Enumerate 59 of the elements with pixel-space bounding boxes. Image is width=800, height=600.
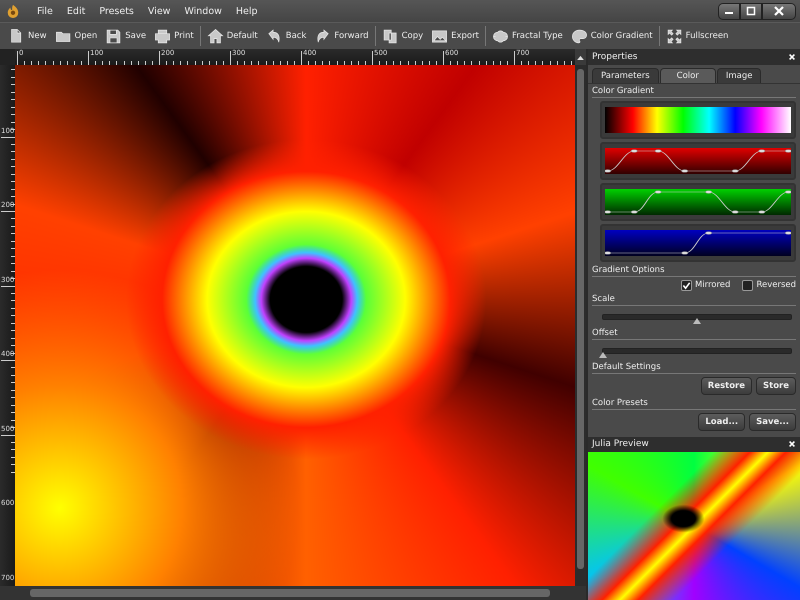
menu-item[interactable]: Edit: [60, 6, 92, 16]
panel-button[interactable]: Store: [756, 376, 796, 395]
section-heading: Offset: [592, 328, 796, 340]
close-icon: [774, 6, 784, 16]
section-heading: Scale: [592, 294, 796, 306]
menu-item[interactable]: File: [30, 6, 60, 16]
toolbar-button[interactable]: Default: [202, 24, 262, 48]
menu-item[interactable]: View: [140, 6, 178, 16]
printer-icon: [154, 28, 172, 44]
toolbar-button[interactable]: Export: [427, 24, 483, 48]
menu-item[interactable]: Window: [177, 6, 229, 16]
section-heading: Color Presets: [592, 398, 796, 410]
toolbar-button[interactable]: Fractal Type: [488, 24, 567, 48]
toolbar-button[interactable]: Back: [262, 24, 310, 48]
maximize-button[interactable]: [740, 2, 762, 20]
minimize-button[interactable]: [718, 2, 740, 20]
toolbar-button[interactable]: Print: [150, 24, 198, 48]
copy-icon: [382, 28, 399, 44]
toolbar-button[interactable]: Forward: [310, 24, 373, 48]
panel-button[interactable]: Load...: [698, 412, 746, 431]
expand-arrows-icon: [666, 28, 683, 44]
tab[interactable]: Parameters: [592, 68, 659, 83]
checkbox[interactable]: Mirrored: [680, 280, 730, 291]
close-icon[interactable]: [788, 52, 796, 61]
section-heading: Default Settings: [592, 362, 796, 374]
section-heading: Color Gradient: [592, 86, 796, 98]
check-icon: [682, 280, 691, 290]
toolbar-button[interactable]: Color Gradient: [566, 24, 657, 48]
house-icon: [206, 28, 224, 44]
toolbar-button[interactable]: Save: [101, 24, 150, 48]
maximize-icon: [746, 6, 756, 16]
palette-icon: [570, 28, 588, 44]
checkbox[interactable]: Reversed: [742, 280, 796, 291]
blob-icon: [492, 28, 509, 44]
tab[interactable]: Color: [660, 68, 716, 83]
channel-curve-editor[interactable]: [600, 224, 796, 262]
menu-item[interactable]: Help: [228, 6, 265, 16]
horizontal-scrollbar[interactable]: [0, 586, 586, 600]
channel-curve-editor[interactable]: [600, 142, 796, 180]
vertical-scrollbar[interactable]: [575, 65, 586, 586]
scroll-up-button[interactable]: [575, 49, 586, 65]
close-button[interactable]: [762, 2, 796, 20]
tab[interactable]: Image: [716, 68, 762, 83]
panel-button[interactable]: Save...: [749, 412, 796, 431]
close-icon[interactable]: [788, 440, 796, 448]
panel-title: Julia Preview: [592, 439, 649, 450]
toolbar-button[interactable]: Open: [50, 24, 102, 48]
toolbar-button[interactable]: Fullscreen: [662, 24, 732, 48]
channel-curve-editor[interactable]: [600, 182, 796, 221]
panel-title: Properties: [592, 52, 638, 62]
ruler-corner: [0, 49, 15, 65]
toolbar-button[interactable]: Copy: [378, 24, 428, 48]
section-heading: Gradient Options: [592, 264, 796, 277]
panel-button[interactable]: Restore: [700, 376, 752, 395]
toolbar-button[interactable]: New: [4, 24, 51, 48]
up-arrow-icon: [577, 54, 584, 60]
app-logo-icon: [6, 4, 20, 18]
menu-item[interactable]: Presets: [92, 6, 141, 16]
picture-icon: [431, 28, 448, 44]
